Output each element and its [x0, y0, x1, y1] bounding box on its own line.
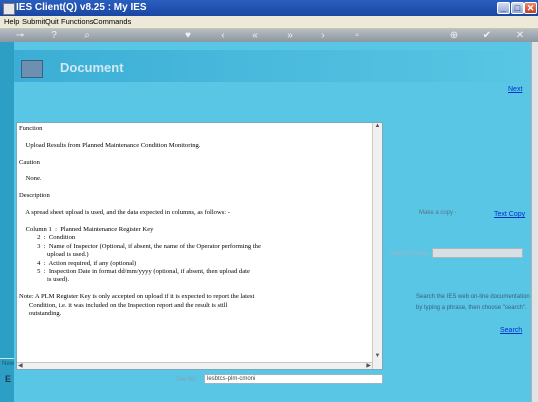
- document-vertical-scrollbar[interactable]: ▲ ▼: [372, 123, 382, 369]
- copy-label: Make a copy -: [419, 210, 457, 216]
- search-hint-line2: by typing a phrase, then choose "search"…: [416, 305, 527, 311]
- window-title: IES Client(Q) v8.25 : My IES: [16, 2, 147, 13]
- toolbar: ⊸ ? ⌕ ♥ ‹ « » › ▫ ⊕ ✔ ✕: [0, 29, 538, 42]
- forward-icon[interactable]: ›: [316, 29, 330, 42]
- last-icon[interactable]: »: [283, 29, 297, 42]
- search-hint-line1: Search the IES web on-line documentation: [416, 294, 530, 300]
- document-text: Function Upload Results from Planned Mai…: [19, 125, 261, 317]
- heart-icon[interactable]: ♥: [181, 29, 195, 42]
- close-icon[interactable]: ✕: [513, 29, 527, 42]
- first-icon[interactable]: «: [248, 29, 262, 42]
- search-phrase-label: Search Phrase: [390, 251, 430, 257]
- key-icon[interactable]: ⊸: [10, 29, 30, 42]
- menu-quit[interactable]: Quit: [45, 16, 59, 28]
- scroll-left-icon[interactable]: ◀: [18, 363, 23, 370]
- page-title: Document: [60, 60, 124, 75]
- sidebar-divider: [0, 358, 14, 359]
- check-icon[interactable]: ✔: [480, 29, 494, 42]
- stop-icon[interactable]: ▫: [350, 29, 364, 42]
- scroll-up-icon[interactable]: ▲: [373, 123, 382, 130]
- doc-number-label: Doc No.: [176, 377, 198, 383]
- window-scrollbar[interactable]: [531, 42, 538, 402]
- menu-functions[interactable]: Functions: [61, 16, 94, 28]
- back-icon[interactable]: ‹: [216, 29, 230, 42]
- maximize-button[interactable]: □: [511, 2, 524, 14]
- document-horizontal-scrollbar[interactable]: ◀ ▶: [17, 362, 372, 369]
- search-input[interactable]: [432, 248, 523, 258]
- document-panel: Function Upload Results from Planned Mai…: [16, 122, 383, 370]
- sidebar-label[interactable]: New: [2, 361, 14, 367]
- add-icon[interactable]: ⊕: [447, 29, 461, 42]
- close-window-button[interactable]: ✕: [524, 2, 537, 14]
- help-icon[interactable]: ?: [47, 29, 61, 42]
- menu-bar: Help Submit Quit Functions Commands: [0, 16, 538, 29]
- document-icon: [21, 60, 43, 78]
- search-link[interactable]: Search: [500, 327, 522, 334]
- app-icon: [3, 3, 15, 15]
- scroll-right-icon[interactable]: ▶: [366, 363, 371, 370]
- menu-help[interactable]: Help: [4, 16, 19, 28]
- search-icon[interactable]: ⌕: [80, 29, 94, 42]
- menu-submit[interactable]: Submit: [22, 16, 45, 28]
- left-sidebar: [0, 42, 14, 402]
- sidebar-e-icon[interactable]: E: [5, 374, 11, 384]
- doc-number-field[interactable]: lesbtcs-plm-cmoni: [204, 374, 383, 384]
- window-title-bar: IES Client(Q) v8.25 : My IES _ □ ✕: [0, 0, 538, 16]
- next-link[interactable]: Next: [508, 86, 522, 93]
- minimize-button[interactable]: _: [497, 2, 510, 14]
- menu-commands[interactable]: Commands: [93, 16, 131, 28]
- text-copy-link[interactable]: Text Copy: [494, 211, 525, 218]
- scroll-down-icon[interactable]: ▼: [373, 353, 382, 360]
